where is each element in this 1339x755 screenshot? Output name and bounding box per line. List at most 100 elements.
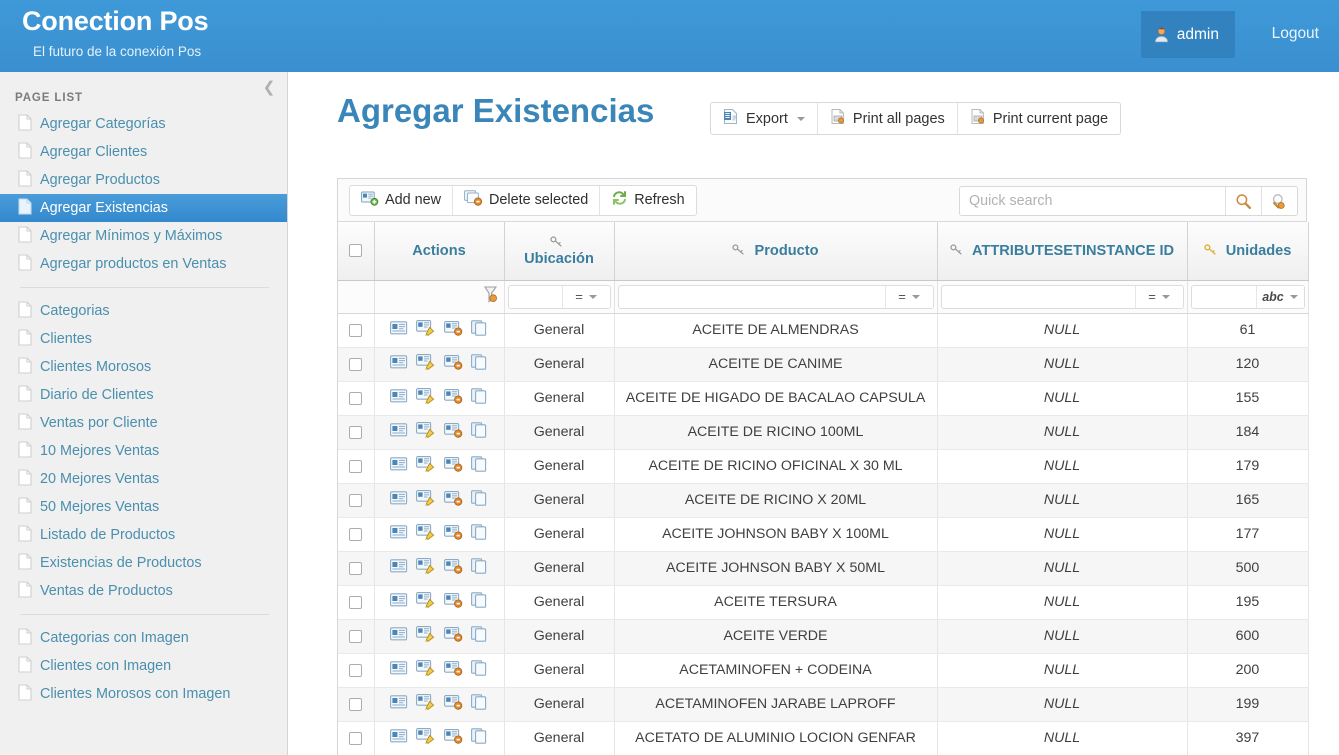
delete-record-icon[interactable] (444, 321, 463, 340)
sidebar-item-agregar-existencias[interactable]: Agregar Existencias (0, 194, 287, 222)
copy-record-icon[interactable] (471, 694, 489, 714)
copy-record-icon[interactable] (471, 490, 489, 510)
sidebar-item-agregar-clientes[interactable]: Agregar Clientes (0, 138, 287, 166)
row-select-cell[interactable] (338, 517, 374, 551)
edit-record-icon[interactable] (416, 354, 436, 374)
search-input[interactable] (960, 187, 1225, 215)
column-header-unidades[interactable]: Unidades (1187, 222, 1308, 280)
delete-record-icon[interactable] (444, 729, 463, 748)
edit-record-icon[interactable] (416, 728, 436, 748)
delete-record-icon[interactable] (444, 593, 463, 612)
sidebar-item-clientes[interactable]: Clientes (0, 325, 287, 353)
edit-record-icon[interactable] (416, 456, 436, 476)
search-button[interactable] (1225, 187, 1261, 215)
row-checkbox[interactable] (349, 494, 362, 507)
filter-input-ubicacion[interactable] (509, 286, 562, 308)
sidebar-item-agregar-categor-as[interactable]: Agregar Categorías (0, 110, 287, 138)
row-checkbox[interactable] (349, 698, 362, 711)
view-record-icon[interactable] (390, 355, 408, 373)
delete-record-icon[interactable] (444, 423, 463, 442)
view-record-icon[interactable] (390, 389, 408, 407)
sidebar-item-10-mejores-ventas[interactable]: 10 Mejores Ventas (0, 437, 287, 465)
delete-record-icon[interactable] (444, 695, 463, 714)
sidebar-item-20-mejores-ventas[interactable]: 20 Mejores Ventas (0, 465, 287, 493)
sidebar-item-agregar-productos-en-ventas[interactable]: Agregar productos en Ventas (0, 250, 287, 278)
delete-record-icon[interactable] (444, 525, 463, 544)
row-select-cell[interactable] (338, 653, 374, 687)
sidebar-item-agregar-m-nimos-y-m-ximos[interactable]: Agregar Mínimos y Máximos (0, 222, 287, 250)
sidebar-item-listado-de-productos[interactable]: Listado de Productos (0, 521, 287, 549)
view-record-icon[interactable] (390, 457, 408, 475)
sidebar-item-categorias[interactable]: Categorias (0, 297, 287, 325)
delete-record-icon[interactable] (444, 389, 463, 408)
row-checkbox[interactable] (349, 596, 362, 609)
copy-record-icon[interactable] (471, 354, 489, 374)
table-row[interactable]: GeneralACEITE VERDENULL600 (338, 619, 1308, 653)
filter-operator-attribute[interactable]: = (1135, 286, 1183, 308)
edit-record-icon[interactable] (416, 388, 436, 408)
view-record-icon[interactable] (390, 661, 408, 679)
row-select-cell[interactable] (338, 483, 374, 517)
edit-record-icon[interactable] (416, 660, 436, 680)
edit-record-icon[interactable] (416, 524, 436, 544)
table-row[interactable]: GeneralACEITE DE ALMENDRASNULL61 (338, 313, 1308, 347)
advanced-search-button[interactable] (1261, 187, 1297, 215)
view-record-icon[interactable] (390, 423, 408, 441)
sidebar-item-ventas-de-productos[interactable]: Ventas de Productos (0, 577, 287, 605)
table-row[interactable]: GeneralACEITE TERSURANULL195 (338, 585, 1308, 619)
delete-selected-button[interactable]: Delete selected (453, 186, 600, 215)
view-record-icon[interactable] (390, 627, 408, 645)
copy-record-icon[interactable] (471, 456, 489, 476)
table-row[interactable]: GeneralACETAMINOFEN + CODEINANULL200 (338, 653, 1308, 687)
sidebar-item-ventas-por-cliente[interactable]: Ventas por Cliente (0, 409, 287, 437)
edit-record-icon[interactable] (416, 320, 436, 340)
table-row[interactable]: GeneralACEITE DE CANIMENULL120 (338, 347, 1308, 381)
sidebar-item-agregar-productos[interactable]: Agregar Productos (0, 166, 287, 194)
copy-record-icon[interactable] (471, 320, 489, 340)
sidebar-collapse-icon[interactable]: ❮ (260, 79, 278, 97)
row-checkbox[interactable] (349, 358, 362, 371)
sidebar-item-clientes-con-imagen[interactable]: Clientes con Imagen (0, 652, 287, 680)
copy-record-icon[interactable] (471, 592, 489, 612)
refresh-button[interactable]: Refresh (600, 186, 695, 215)
delete-record-icon[interactable] (444, 491, 463, 510)
row-select-cell[interactable] (338, 721, 374, 755)
view-record-icon[interactable] (390, 729, 408, 747)
view-record-icon[interactable] (390, 559, 408, 577)
filter-cell-actions[interactable] (374, 280, 504, 313)
edit-record-icon[interactable] (416, 694, 436, 714)
select-all-checkbox[interactable] (349, 244, 362, 257)
copy-record-icon[interactable] (471, 660, 489, 680)
table-row[interactable]: GeneralACEITE DE RICINO X 20MLNULL165 (338, 483, 1308, 517)
filter-input-producto[interactable] (619, 286, 885, 308)
row-select-cell[interactable] (338, 313, 374, 347)
filter-operator-producto[interactable]: = (885, 286, 933, 308)
row-checkbox[interactable] (349, 664, 362, 677)
sidebar-item-categorias-con-imagen[interactable]: Categorias con Imagen (0, 624, 287, 652)
filter-input-unidades[interactable] (1192, 286, 1256, 308)
logout-link[interactable]: Logout (1272, 25, 1319, 43)
row-select-cell[interactable] (338, 449, 374, 483)
table-row[interactable]: GeneralACEITE DE RICINO 100MLNULL184 (338, 415, 1308, 449)
view-record-icon[interactable] (390, 491, 408, 509)
table-row[interactable]: GeneralACEITE JOHNSON BABY X 100MLNULL17… (338, 517, 1308, 551)
copy-record-icon[interactable] (471, 558, 489, 578)
column-header-ubicacion[interactable]: Ubicación (504, 222, 614, 280)
sidebar-item-diario-de-clientes[interactable]: Diario de Clientes (0, 381, 287, 409)
copy-record-icon[interactable] (471, 626, 489, 646)
table-row[interactable]: GeneralACEITE DE HIGADO DE BACALAO CAPSU… (338, 381, 1308, 415)
row-select-cell[interactable] (338, 619, 374, 653)
row-select-cell[interactable] (338, 347, 374, 381)
copy-record-icon[interactable] (471, 728, 489, 748)
row-checkbox[interactable] (349, 324, 362, 337)
copy-record-icon[interactable] (471, 422, 489, 442)
table-row[interactable]: GeneralACETAMINOFEN JARABE LAPROFFNULL19… (338, 687, 1308, 721)
row-checkbox[interactable] (349, 732, 362, 745)
filter-input-attribute[interactable] (942, 286, 1135, 308)
copy-record-icon[interactable] (471, 524, 489, 544)
sidebar-item-50-mejores-ventas[interactable]: 50 Mejores Ventas (0, 493, 287, 521)
view-record-icon[interactable] (390, 593, 408, 611)
filter-operator-unidades[interactable]: abc (1256, 286, 1304, 308)
row-select-cell[interactable] (338, 381, 374, 415)
delete-record-icon[interactable] (444, 627, 463, 646)
